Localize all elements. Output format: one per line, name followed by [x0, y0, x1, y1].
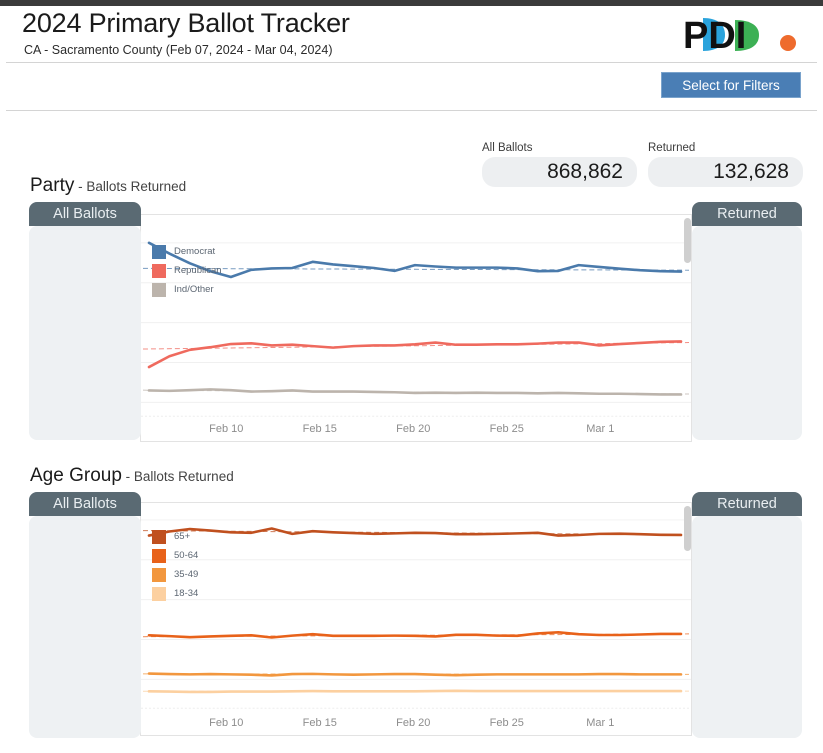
- legend-swatch-icon: [152, 263, 166, 278]
- pdi-logo: PDI: [683, 14, 801, 57]
- x-axis-tick-label: Feb 20: [396, 423, 431, 435]
- age-legend-item[interactable]: 50-64: [152, 546, 198, 565]
- party-legend: Democrat Republican Ind/Other: [152, 242, 222, 299]
- party-chart-card: Democrat Republican Ind/Other Feb 10 Feb 15…: [140, 214, 692, 442]
- party-legend-item[interactable]: Republican: [152, 261, 222, 280]
- x-axis-tick-label: Feb 25: [489, 717, 524, 729]
- header-divider-top: [6, 62, 817, 63]
- party-right-tab[interactable]: Returned: [692, 202, 802, 226]
- party-chart-scrollbar[interactable]: [684, 218, 691, 263]
- x-axis-tick-label: Feb 10: [209, 717, 244, 729]
- party-section-title: Party - Ballots Returned: [30, 175, 186, 197]
- series-line-republican: [147, 340, 683, 369]
- x-axis-tick-label: Mar 1: [586, 717, 615, 729]
- age-right-card: [692, 516, 802, 738]
- party-title-suffix: - Ballots Returned: [74, 179, 187, 194]
- age-legend-item[interactable]: 35-49: [152, 565, 198, 584]
- age-left-tab[interactable]: All Ballots: [29, 492, 141, 516]
- age-x-axis: Feb 10 Feb 15 Feb 20 Feb 25 Mar 1: [141, 717, 691, 733]
- legend-swatch-icon: [152, 548, 166, 563]
- age-legend-item[interactable]: 18-34: [152, 584, 198, 603]
- party-legend-item[interactable]: Democrat: [152, 242, 222, 261]
- x-axis-tick-label: Feb 15: [302, 717, 337, 729]
- kpi-all-ballots: All Ballots 868,862: [482, 142, 637, 187]
- x-axis-tick-label: Mar 1: [586, 423, 615, 435]
- legend-label: Republican: [174, 265, 222, 276]
- kpi-returned-label: Returned: [648, 142, 696, 154]
- party-x-axis: Feb 10 Feb 15 Feb 20 Feb 25 Mar 1: [141, 423, 691, 439]
- legend-label: 35-49: [174, 569, 199, 580]
- x-axis-tick-label: Feb 20: [396, 717, 431, 729]
- legend-label: Democrat: [174, 246, 216, 257]
- kpi-all-ballots-value: 868,862: [482, 157, 637, 187]
- legend-label: Ind/Other: [174, 284, 214, 295]
- party-legend-item[interactable]: Ind/Other: [152, 280, 222, 299]
- party-title-main: Party: [30, 175, 75, 196]
- age-legend-item[interactable]: 65+: [152, 527, 198, 546]
- age-chart-scrollbar[interactable]: [684, 506, 691, 551]
- kpi-returned-value: 132,628: [648, 157, 803, 187]
- age-left-card: [29, 516, 141, 738]
- legend-label: 65+: [174, 531, 191, 542]
- party-left-tab[interactable]: All Ballots: [29, 202, 141, 226]
- age-legend: 65+ 50-64 35-49 18-34: [152, 527, 198, 603]
- legend-swatch-icon: [152, 567, 166, 582]
- legend-swatch-icon: [152, 529, 166, 544]
- party-right-card: [692, 226, 802, 440]
- x-axis-tick-label: Feb 10: [209, 423, 244, 435]
- page-subtitle: CA - Sacramento County (Feb 07, 2024 - M…: [24, 43, 333, 57]
- select-for-filters-button[interactable]: Select for Filters: [661, 72, 801, 98]
- kpi-returned: Returned 132,628: [648, 142, 803, 187]
- age-title-suffix: - Ballots Returned: [121, 469, 234, 484]
- svg-text:PDI: PDI: [683, 15, 746, 56]
- age-chart-card: 65+ 50-64 35-49 18-34 Feb 10 Feb 15 Feb 20 Feb…: [140, 502, 692, 736]
- legend-swatch-icon: [152, 244, 166, 259]
- ballot-tracker-page: 2024 Primary Ballot Tracker CA - Sacrame…: [0, 0, 823, 753]
- x-axis-tick-label: Feb 15: [302, 423, 337, 435]
- legend-swatch-icon: [152, 282, 166, 297]
- legend-label: 50-64: [174, 550, 199, 561]
- party-left-card: [29, 226, 141, 440]
- age-section-title: Age Group - Ballots Returned: [30, 465, 234, 487]
- legend-swatch-icon: [152, 586, 166, 601]
- series-line-democrat: [147, 241, 683, 279]
- age-title-main: Age Group: [30, 465, 122, 486]
- legend-label: 18-34: [174, 588, 199, 599]
- kpi-all-ballots-label: All Ballots: [482, 142, 533, 154]
- page-title: 2024 Primary Ballot Tracker: [22, 8, 350, 38]
- header-divider-bottom: [6, 110, 817, 111]
- age-right-tab[interactable]: Returned: [692, 492, 802, 516]
- page-header: 2024 Primary Ballot Tracker CA - Sacrame…: [0, 6, 823, 58]
- x-axis-tick-label: Feb 25: [489, 423, 524, 435]
